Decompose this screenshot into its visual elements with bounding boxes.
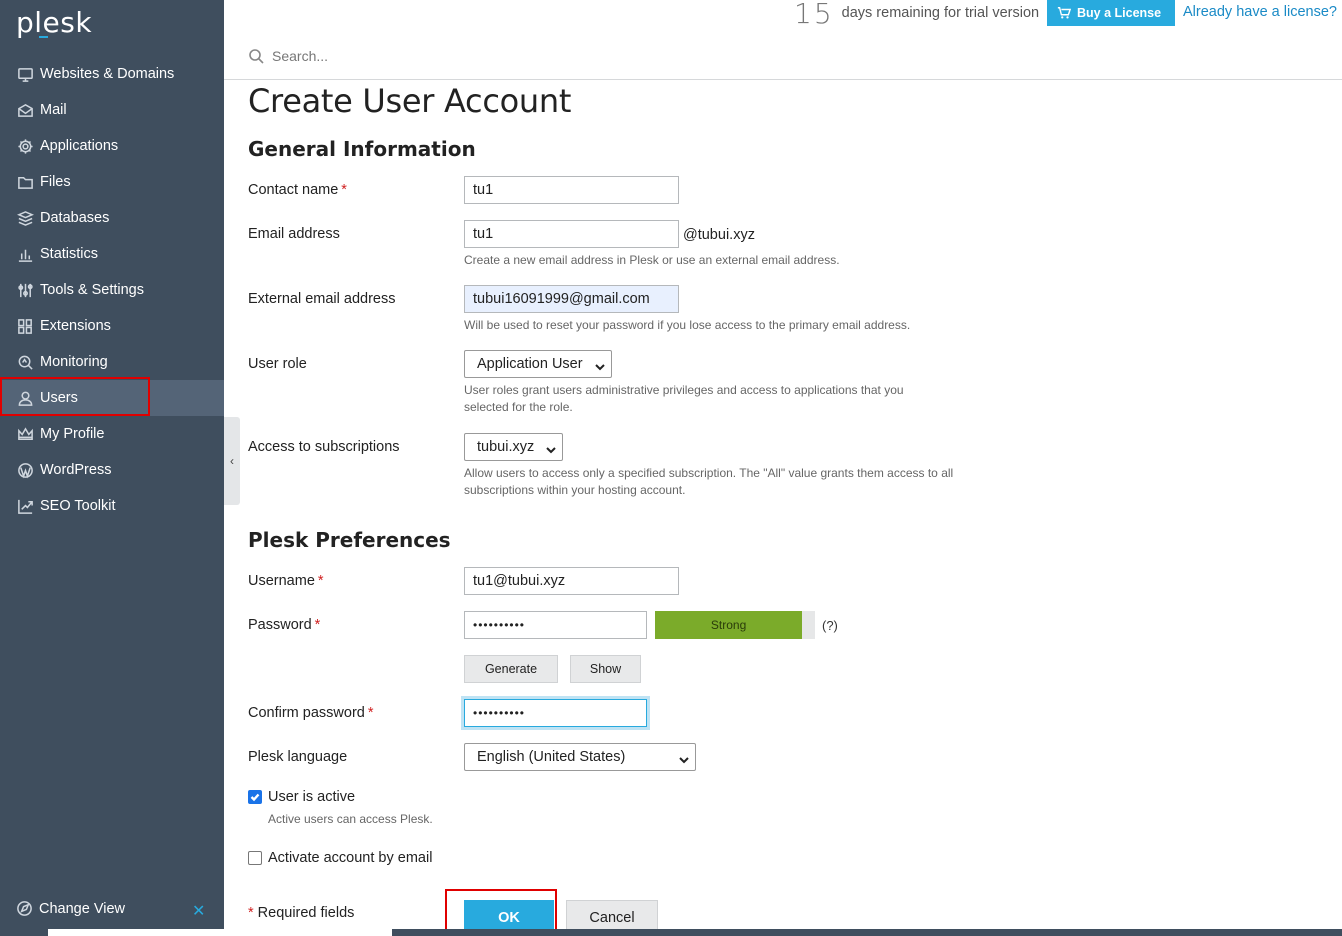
subscriptions-label: Access to subscriptions [248, 439, 400, 455]
activate-by-email-checkbox[interactable]: Activate account by email [248, 850, 432, 866]
general-info-heading: General Information [248, 137, 476, 161]
buy-license-button[interactable]: Buy a License [1047, 0, 1175, 26]
sidebar-item-applications[interactable]: Applications [0, 128, 224, 164]
sidebar-nav: Websites & Domains Mail Applications Fil… [0, 56, 224, 524]
sidebar-item-mail[interactable]: Mail [0, 92, 224, 128]
email-field[interactable]: tu1 [464, 220, 679, 248]
generate-password-button[interactable]: Generate [464, 655, 558, 683]
username-field[interactable]: tu1@tubui.xyz [464, 567, 679, 595]
already-have-license-link[interactable]: Already have a license? [1183, 4, 1337, 20]
password-label: Password * [248, 617, 321, 633]
trial-text: days remaining for trial version [841, 5, 1040, 21]
language-label: Plesk language [248, 749, 348, 765]
user-active-checkbox[interactable]: User is active [248, 789, 355, 805]
plesk-logo[interactable]: plesk [16, 6, 92, 39]
language-select[interactable]: English (United States) [464, 743, 696, 771]
subscriptions-select[interactable]: tubui.xyz [464, 433, 563, 461]
search-input[interactable] [272, 47, 572, 64]
trial-notice: 15 days remaining for trial version [794, 0, 1040, 30]
external-email-hint: Will be used to reset your password if y… [464, 318, 911, 332]
database-icon [16, 209, 34, 227]
seo-chart-icon [16, 497, 34, 515]
required-fields-note: * Required fields [248, 905, 355, 921]
contact-name-label: Contact name * [248, 182, 347, 198]
collapse-sidebar-button[interactable]: ‹ [224, 417, 240, 505]
trial-days: 15 [794, 0, 834, 30]
email-label: Email address [248, 226, 340, 242]
email-domain-suffix: @tubui.xyz [683, 227, 755, 243]
sidebar-item-tools-settings[interactable]: Tools & Settings [0, 272, 224, 308]
chevron-down-icon [595, 359, 605, 371]
show-password-button[interactable]: Show [570, 655, 641, 683]
sidebar-item-wordpress[interactable]: WordPress [0, 452, 224, 488]
chevron-left-icon: ‹ [230, 454, 234, 468]
sidebar-item-monitoring[interactable]: Monitoring [0, 344, 224, 380]
magnifier-icon [16, 353, 34, 371]
change-view-button[interactable]: Change View [16, 900, 125, 917]
close-icon[interactable]: ✕ [192, 901, 205, 921]
contact-name-field[interactable]: tu1 [464, 176, 679, 204]
external-email-field[interactable]: tubui16091999@gmail.com [464, 285, 679, 313]
mail-icon [16, 101, 34, 119]
user-role-label: User role [248, 356, 307, 372]
sidebar-item-websites-domains[interactable]: Websites & Domains [0, 56, 224, 92]
user-role-hint: User roles grant users administrative pr… [464, 383, 904, 414]
external-email-label: External email address [248, 291, 396, 307]
chevron-down-icon [679, 752, 689, 764]
sidebar-item-statistics[interactable]: Statistics [0, 236, 224, 272]
sliders-icon [16, 281, 34, 299]
username-label: Username * [248, 573, 324, 589]
ok-highlight-box [445, 889, 557, 932]
password-strength-meter: Strong [655, 611, 815, 639]
cart-icon [1057, 7, 1071, 19]
password-field[interactable]: •••••••••• [464, 611, 647, 639]
compass-icon [17, 901, 32, 916]
gear-icon [16, 137, 34, 155]
search-bar [224, 32, 1342, 80]
monitor-icon [16, 65, 34, 83]
sidebar-item-seo-toolkit[interactable]: SEO Toolkit [0, 488, 224, 524]
password-help-link[interactable]: (?) [822, 618, 838, 633]
wordpress-icon [16, 461, 34, 479]
sidebar-item-my-profile[interactable]: My Profile [0, 416, 224, 452]
sidebar-item-files[interactable]: Files [0, 164, 224, 200]
plesk-preferences-heading: Plesk Preferences [248, 528, 451, 552]
crown-icon [16, 425, 34, 443]
email-hint: Create a new email address in Plesk or u… [464, 253, 840, 267]
sidebar-item-databases[interactable]: Databases [0, 200, 224, 236]
checkbox-empty [248, 851, 262, 865]
page-title: Create User Account [248, 82, 572, 120]
password-strength-fill: Strong [655, 611, 803, 639]
confirm-password-field[interactable]: •••••••••• [464, 699, 647, 727]
bar-chart-icon [16, 245, 34, 263]
bottom-strip [0, 929, 1342, 936]
subscriptions-hint: Allow users to access only a specified s… [464, 466, 954, 497]
sidebar: plesk Websites & Domains Mail Applicatio… [0, 0, 224, 936]
sidebar-item-extensions[interactable]: Extensions [0, 308, 224, 344]
checkmark-icon [248, 790, 262, 804]
chevron-down-icon [546, 442, 556, 454]
folder-icon [16, 173, 34, 191]
confirm-password-label: Confirm password * [248, 705, 374, 721]
search-icon [249, 48, 264, 64]
users-highlight-box [0, 377, 150, 416]
user-active-hint: Active users can access Plesk. [268, 812, 433, 826]
grid-icon [16, 317, 34, 335]
user-role-select[interactable]: Application User [464, 350, 612, 378]
